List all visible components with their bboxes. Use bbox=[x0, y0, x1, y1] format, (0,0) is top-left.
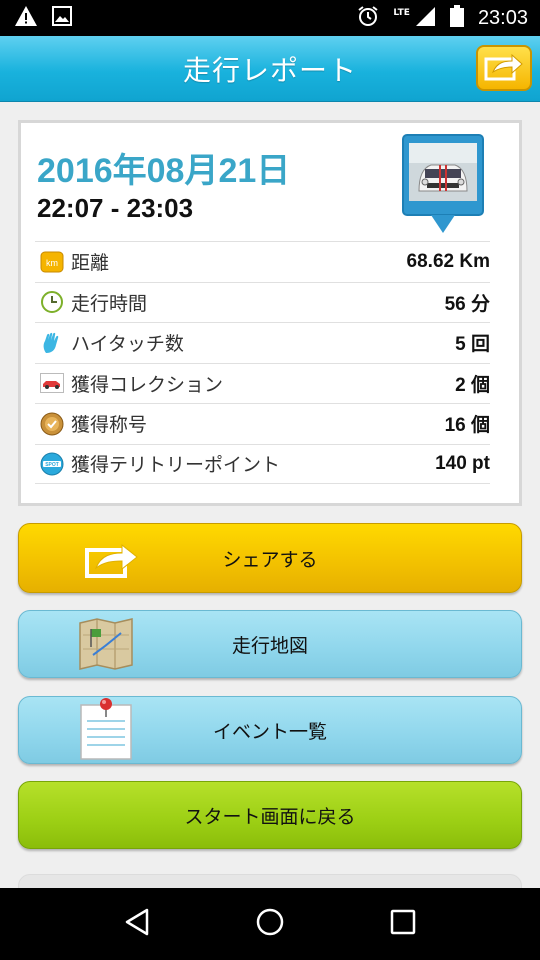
car-photo-pin bbox=[401, 133, 485, 239]
header-share-button[interactable] bbox=[476, 45, 532, 91]
recents-square-icon bbox=[390, 909, 416, 939]
high-five-icon bbox=[39, 330, 65, 356]
stat-value: 16 個 bbox=[444, 415, 490, 437]
stat-row-high-five: ハイタッチ数 5 回 bbox=[35, 322, 490, 363]
title-medal-icon bbox=[39, 411, 65, 437]
km-icon: km bbox=[39, 249, 65, 275]
back-to-start-button[interactable]: スタート画面に戻る bbox=[18, 781, 522, 849]
status-bar: LTE 23:03 bbox=[0, 0, 540, 36]
stat-value: 2 個 bbox=[455, 374, 490, 396]
report-date: 2016年08月21日 bbox=[37, 152, 291, 190]
stat-value: 68.62 Km bbox=[406, 250, 490, 272]
back-triangle-icon bbox=[123, 907, 151, 941]
stat-label: 距離 bbox=[71, 252, 110, 275]
stat-value: 5 回 bbox=[455, 334, 490, 356]
battery-icon bbox=[449, 5, 464, 31]
app-header: 走行レポート bbox=[0, 36, 540, 102]
report-card: 2016年08月21日 22:07 - 23:03 km 距離 68.62 Km bbox=[18, 120, 522, 506]
drive-map-button[interactable]: 走行地図 bbox=[18, 610, 522, 678]
report-time-range: 22:07 - 23:03 bbox=[37, 193, 194, 223]
warning-icon bbox=[14, 5, 38, 31]
stat-label: 獲得テリトリーポイント bbox=[71, 454, 281, 477]
share-icon bbox=[483, 50, 525, 86]
spot-icon: SPOT bbox=[39, 451, 65, 477]
system-nav-bar bbox=[0, 888, 540, 960]
stat-row-titles: 獲得称号 16 個 bbox=[35, 403, 490, 444]
drive-map-button-label: 走行地図 bbox=[231, 634, 308, 657]
stat-value: 140 pt bbox=[435, 452, 490, 474]
svg-text:km: km bbox=[46, 258, 58, 268]
recents-nav-button[interactable] bbox=[383, 904, 423, 944]
stat-label: ハイタッチ数 bbox=[71, 333, 184, 356]
stat-row-drive-time: 走行時間 56 分 bbox=[35, 281, 490, 323]
home-circle-icon bbox=[255, 907, 285, 941]
back-to-start-button-label: スタート画面に戻る bbox=[184, 805, 356, 828]
stat-row-distance: km 距離 68.62 Km bbox=[35, 241, 490, 282]
car-collection-icon bbox=[39, 370, 65, 396]
share-icon bbox=[83, 538, 141, 585]
stat-label: 走行時間 bbox=[71, 292, 148, 315]
stat-value: 56 分 bbox=[444, 293, 490, 315]
stat-row-territory: SPOT 獲得テリトリーポイント 140 pt bbox=[35, 443, 490, 484]
image-icon bbox=[52, 6, 72, 30]
svg-text:SPOT: SPOT bbox=[45, 462, 59, 468]
map-icon bbox=[77, 615, 135, 678]
stats-list: km 距離 68.62 Km 走行時間 56 分 ハイタッチ数 5 回 獲得コレ… bbox=[35, 241, 490, 484]
alarm-icon bbox=[357, 5, 379, 31]
stat-label: 獲得コレクション bbox=[71, 373, 224, 396]
share-button[interactable]: シェアする bbox=[18, 523, 522, 593]
memo-pin-icon bbox=[77, 695, 137, 768]
back-nav-button[interactable] bbox=[117, 904, 157, 944]
stat-row-collection: 獲得コレクション 2 個 bbox=[35, 362, 490, 404]
home-nav-button[interactable] bbox=[250, 904, 290, 944]
event-list-button[interactable]: イベント一覧 bbox=[18, 696, 522, 764]
clock-icon bbox=[39, 289, 65, 315]
clock-time: 23:03 bbox=[477, 6, 528, 29]
signal-icon bbox=[414, 5, 436, 31]
event-list-button-label: イベント一覧 bbox=[212, 720, 327, 743]
page-title: 走行レポート bbox=[182, 53, 357, 87]
network-type-label: LTE bbox=[393, 8, 410, 18]
stat-label: 獲得称号 bbox=[71, 414, 148, 437]
share-button-label: シェアする bbox=[222, 548, 318, 571]
